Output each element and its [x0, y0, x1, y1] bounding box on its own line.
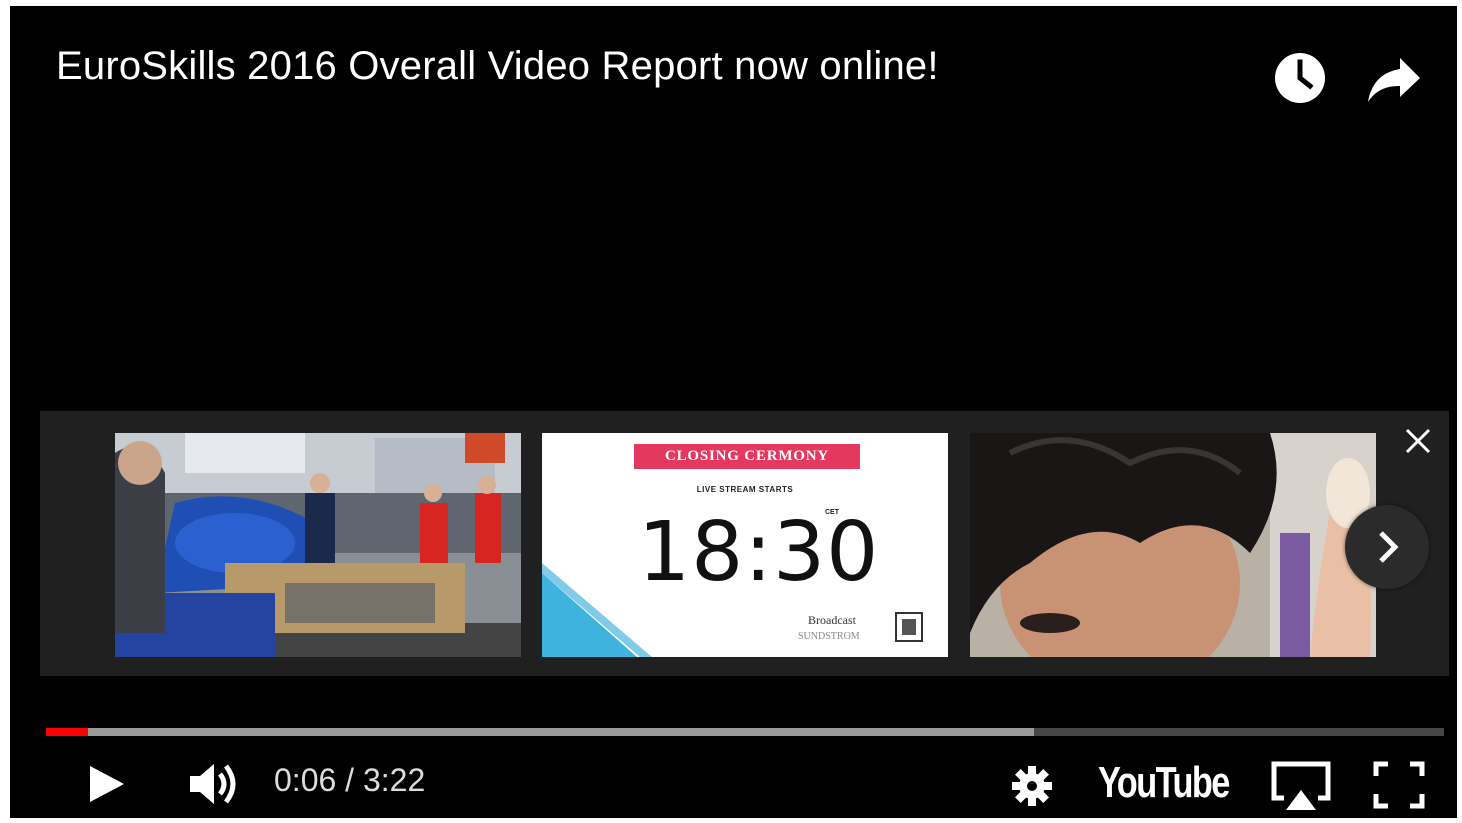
closing-ceremony-banner: CLOSING CERMONY: [634, 444, 860, 469]
volume-button[interactable]: [186, 754, 246, 818]
youtube-logo[interactable]: YouTube: [1098, 758, 1230, 808]
fullscreen-icon: [1373, 761, 1425, 809]
current-time: 0:06: [274, 762, 337, 798]
end-screen-panel: CLOSING CERMONY LIVE STREAM STARTS 18:30…: [40, 411, 1449, 676]
duration: 3:22: [362, 762, 426, 798]
time-display: 0:06 / 3:22: [274, 762, 425, 799]
ceremony-start-time: 18:30: [638, 505, 880, 600]
airplay-button[interactable]: [1270, 754, 1332, 818]
sponsor-sundstrom: SUNDSTROM: [798, 631, 860, 642]
airplay-icon: [1271, 761, 1331, 810]
fullscreen-button[interactable]: [1372, 754, 1426, 818]
timezone-label: CET: [825, 509, 839, 516]
live-stream-label: LIVE STREAM STARTS: [696, 485, 794, 494]
volume-icon: [190, 764, 236, 804]
close-icon[interactable]: [1402, 425, 1434, 457]
video-suggestion-thumbnail-closing-ceremony[interactable]: CLOSING CERMONY LIVE STREAM STARTS 18:30…: [542, 433, 948, 657]
video-suggestion-thumbnail-workshop[interactable]: [115, 433, 521, 657]
chevron-right-icon: [1379, 531, 1399, 563]
sponsor-broadcast: Broadcast: [808, 613, 856, 627]
progress-bar[interactable]: [46, 728, 1444, 736]
next-suggestion-button[interactable]: [1345, 505, 1429, 589]
settings-button[interactable]: [1008, 754, 1056, 818]
video-suggestion-thumbnail-hairdressing[interactable]: [970, 433, 1376, 657]
settings-icon: [1012, 766, 1052, 806]
watch-later-icon[interactable]: [1272, 50, 1328, 106]
video-title[interactable]: EuroSkills 2016 Overall Video Report now…: [56, 44, 939, 89]
progress-loaded: [46, 728, 1035, 736]
play-button[interactable]: [86, 754, 130, 818]
play-icon: [90, 766, 124, 802]
time-separator: /: [345, 762, 363, 798]
share-icon[interactable]: [1366, 50, 1422, 106]
video-player[interactable]: EuroSkills 2016 Overall Video Report now…: [10, 6, 1457, 818]
progress-played: [46, 728, 88, 736]
